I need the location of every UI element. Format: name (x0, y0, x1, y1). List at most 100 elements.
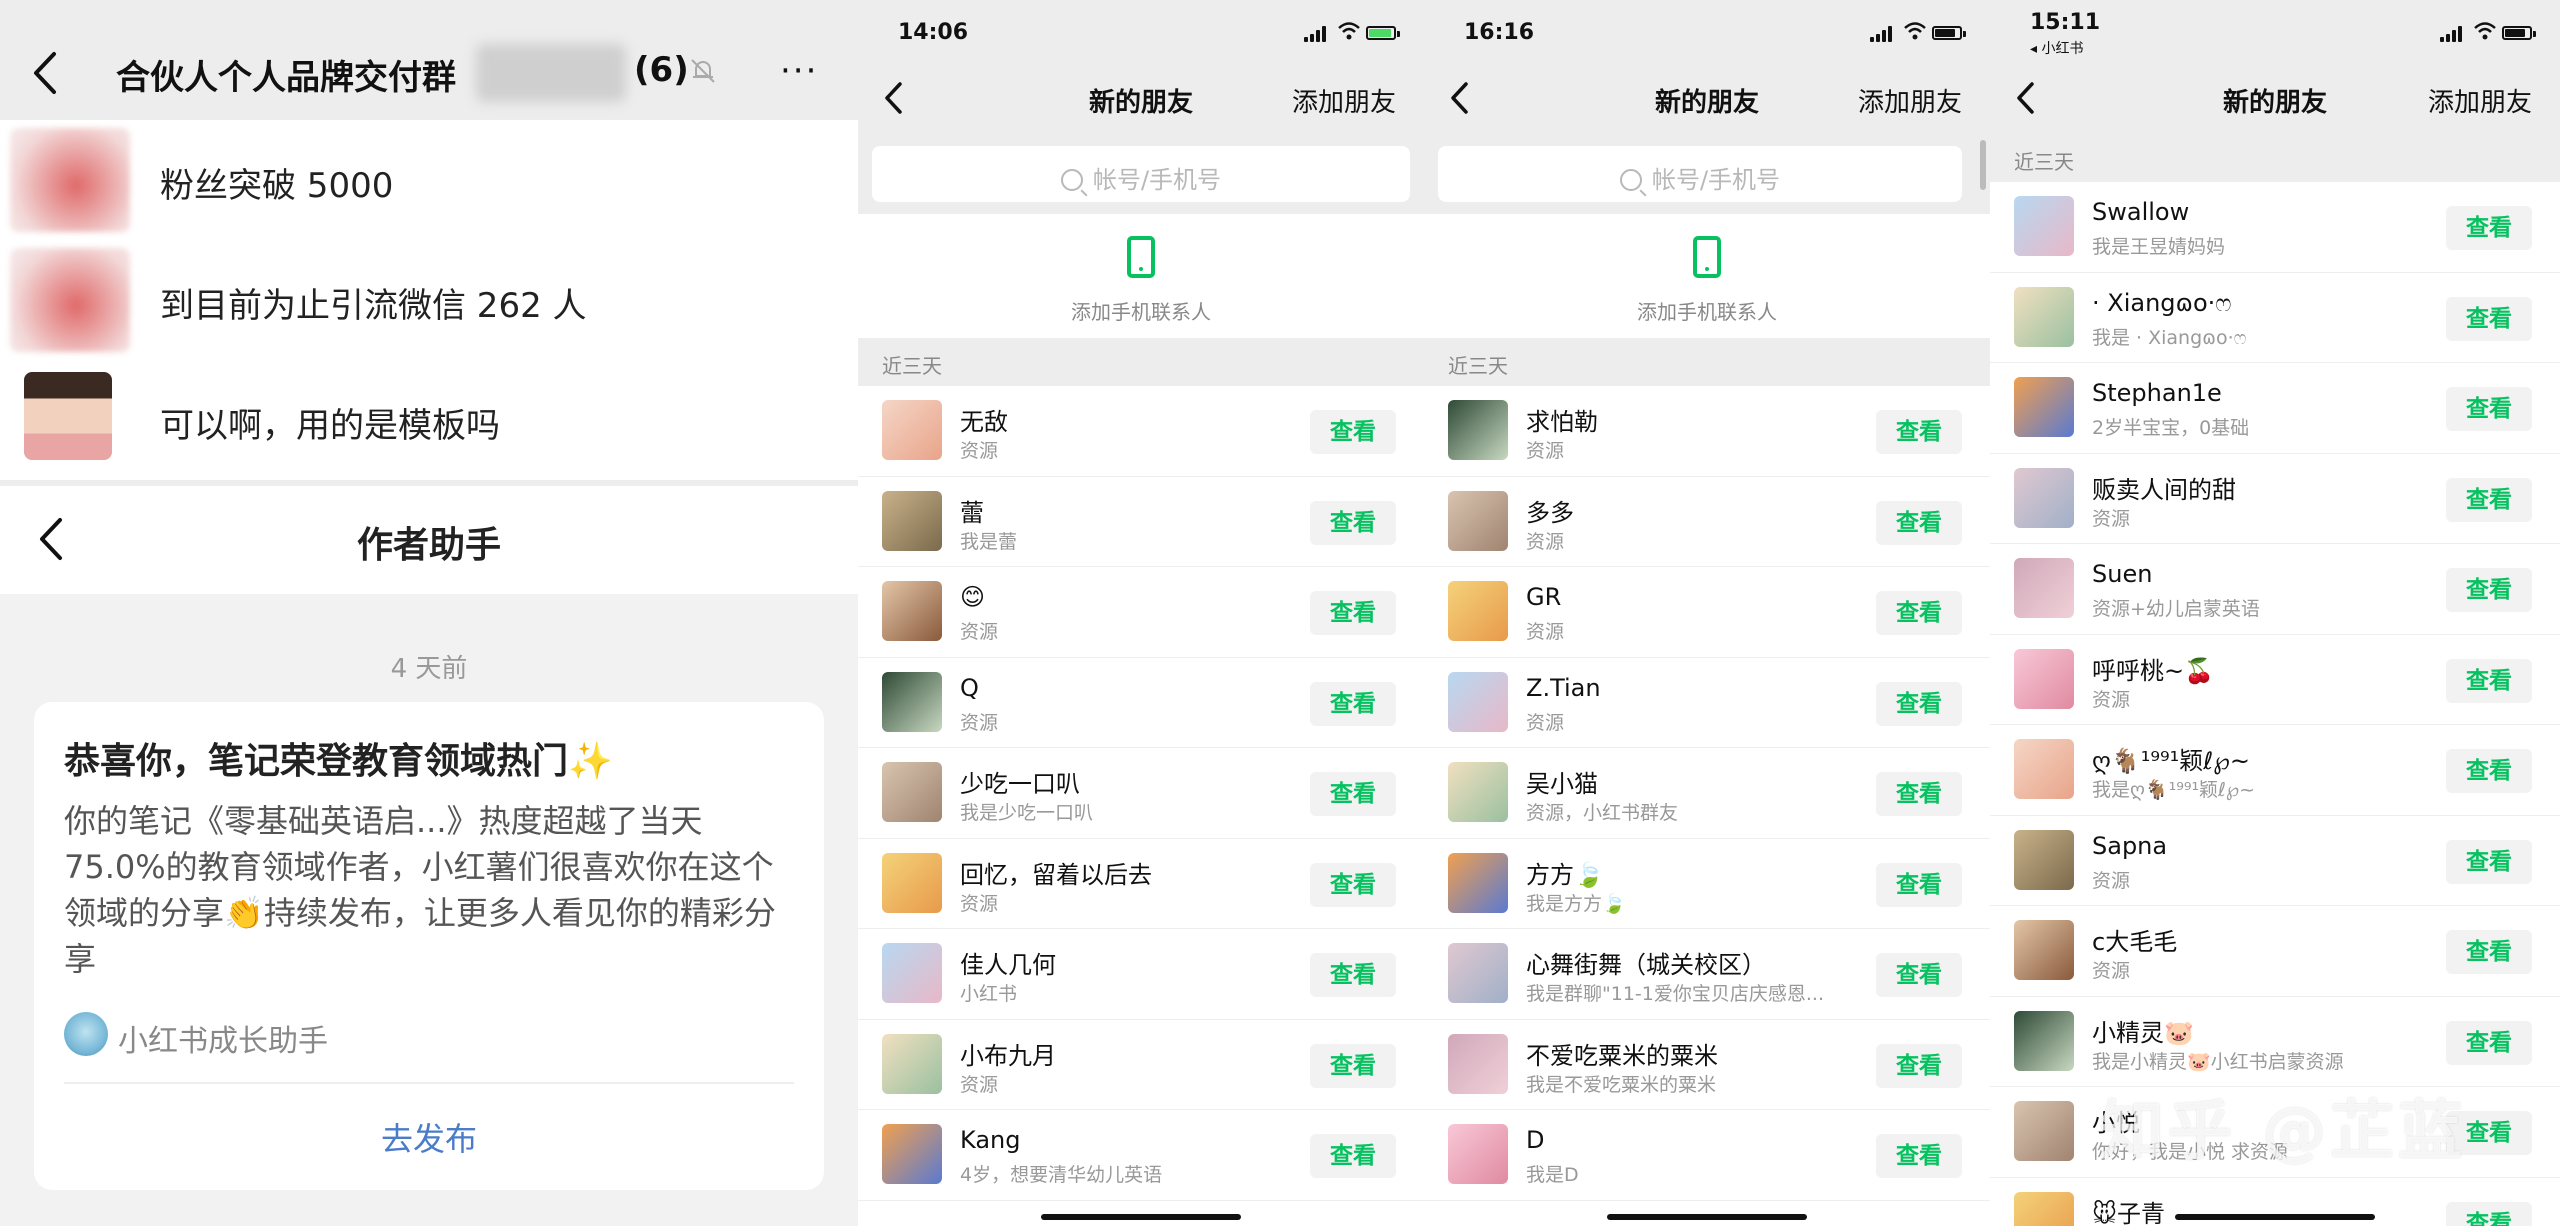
add-friend-button[interactable]: 添加朋友 (1858, 82, 1962, 119)
avatar[interactable] (10, 248, 130, 352)
avatar[interactable] (882, 400, 942, 460)
view-button[interactable]: 查看 (2446, 477, 2532, 522)
avatar[interactable] (2014, 648, 2074, 709)
view-button[interactable]: 查看 (2446, 206, 2532, 250)
friend-row[interactable]: Z.Tian 资源 查看 (1424, 657, 1990, 748)
view-button[interactable]: 查看 (2446, 1020, 2532, 1065)
friend-row[interactable]: 小布九月 资源 查看 (858, 1019, 1424, 1110)
avatar[interactable] (2014, 829, 2074, 890)
add-phone-contacts[interactable]: 添加手机联系人 (1424, 214, 1990, 336)
add-friend-button[interactable]: 添加朋友 (1292, 82, 1396, 119)
scrollbar[interactable] (1980, 140, 1986, 190)
avatar[interactable] (1448, 762, 1508, 822)
view-button[interactable]: 查看 (2446, 387, 2532, 431)
avatar[interactable] (1448, 490, 1508, 551)
friend-row[interactable]: 方方🍃 我是方方🍃 查看 (1424, 838, 1990, 929)
friend-row[interactable]: Kang 4岁，想要清华幼儿英语 查看 (858, 1110, 1424, 1201)
view-button[interactable]: 查看 (1876, 500, 1962, 545)
view-button[interactable]: 查看 (1310, 500, 1396, 545)
view-button[interactable]: 查看 (2446, 658, 2532, 703)
add-friend-button[interactable]: 添加朋友 (2428, 82, 2532, 119)
view-button[interactable]: 查看 (2446, 839, 2532, 884)
friend-row[interactable]: 蕾我是蕾 查看 (858, 476, 1424, 567)
search-input[interactable]: 帐号/手机号 (1438, 146, 1962, 202)
avatar[interactable] (882, 762, 942, 822)
friend-row[interactable]: 回忆，留着以后去 资源 查看 (858, 838, 1424, 929)
avatar[interactable] (1448, 671, 1508, 732)
back-to-app[interactable]: ◂ 小红书 (2030, 38, 2083, 58)
avatar[interactable] (2014, 377, 2074, 437)
view-button[interactable]: 查看 (1310, 410, 1396, 454)
view-button[interactable]: 查看 (1310, 591, 1396, 635)
view-button[interactable]: 查看 (2446, 568, 2532, 612)
view-button[interactable]: 查看 (2446, 930, 2532, 974)
friend-row[interactable]: GR 资源 查看 (1424, 567, 1990, 658)
friend-row[interactable]: 小精灵🐷 我是小精灵🐷小红书启蒙资源 查看 (1990, 996, 2560, 1087)
friend-row[interactable]: 佳人几何 小红书 查看 (858, 929, 1424, 1020)
friend-row[interactable]: D 我是D 查看 (1424, 1110, 1990, 1201)
view-button[interactable]: 查看 (2446, 296, 2532, 341)
friend-row[interactable]: Stephan1e 2岁半宝宝，0基础 查看 (1990, 363, 2560, 454)
avatar[interactable] (2014, 1010, 2074, 1071)
friend-row[interactable]: · Xiangɷo·ෆ 我是 · Xiangɷo·ෆ 查看 (1990, 272, 2560, 363)
view-button[interactable]: 查看 (1876, 953, 1962, 997)
view-button[interactable]: 查看 (1876, 591, 1962, 635)
avatar[interactable] (2014, 196, 2074, 256)
avatar[interactable] (2014, 467, 2074, 528)
avatar[interactable] (882, 1124, 942, 1184)
friend-row[interactable]: 心舞街舞（城关校区） 我是群聊"11-1爱你宝贝店庆感恩... 查看 (1424, 929, 1990, 1020)
avatar[interactable] (1448, 400, 1508, 460)
avatar[interactable] (2014, 920, 2074, 980)
friend-row[interactable]: Swallow 我是王昱婧妈妈 查看 (1990, 182, 2560, 273)
avatar[interactable] (2014, 1101, 2074, 1161)
view-button[interactable]: 查看 (1876, 1134, 1962, 1178)
avatar[interactable] (1448, 852, 1508, 913)
avatar[interactable] (882, 671, 942, 732)
avatar[interactable] (1448, 1124, 1508, 1184)
view-button[interactable]: 查看 (2446, 1201, 2532, 1226)
avatar[interactable] (1448, 581, 1508, 641)
friend-row[interactable]: 不爱吃粟米的粟米 我是不爱吃粟米的粟米 查看 (1424, 1019, 1990, 1110)
view-button[interactable]: 查看 (1876, 410, 1962, 454)
friend-row[interactable]: 少吃一口叭 我是少吃一口叭 查看 (858, 748, 1424, 839)
avatar[interactable] (24, 372, 112, 460)
view-button[interactable]: 查看 (1876, 862, 1962, 907)
friend-row[interactable]: 呼呼桃~🍒 资源 查看 (1990, 634, 2560, 725)
search-input[interactable]: 帐号/手机号 (872, 146, 1410, 202)
friend-row[interactable]: 贩卖人间的甜 资源 查看 (1990, 453, 2560, 544)
add-phone-contacts[interactable]: 添加手机联系人 (858, 214, 1424, 336)
avatar[interactable] (10, 128, 130, 232)
view-button[interactable]: 查看 (1876, 772, 1962, 816)
friend-row[interactable]: 求怕勒 资源 查看 (1424, 386, 1990, 477)
view-button[interactable]: 查看 (2446, 749, 2532, 793)
view-button[interactable]: 查看 (1310, 1043, 1396, 1088)
view-button[interactable]: 查看 (1310, 681, 1396, 726)
friend-row[interactable]: c大毛毛 资源 查看 (1990, 906, 2560, 997)
back-icon[interactable] (30, 48, 60, 98)
friend-row[interactable]: 吴小猫 资源，小红书群友 查看 (1424, 748, 1990, 839)
friend-row[interactable]: Q 资源 查看 (858, 657, 1424, 748)
avatar[interactable] (2014, 286, 2074, 347)
avatar[interactable] (882, 1033, 942, 1094)
view-button[interactable]: 查看 (1310, 953, 1396, 997)
view-button[interactable]: 查看 (1876, 1043, 1962, 1088)
avatar[interactable] (2014, 1191, 2074, 1226)
friend-row[interactable]: 无敌 资源 查看 (858, 386, 1424, 477)
view-button[interactable]: 查看 (1310, 772, 1396, 816)
avatar[interactable] (882, 581, 942, 641)
view-button[interactable]: 查看 (1310, 1134, 1396, 1178)
avatar[interactable] (1448, 1033, 1508, 1094)
avatar[interactable] (2014, 739, 2074, 799)
avatar[interactable] (882, 490, 942, 551)
friend-row[interactable]: Sapna 资源 查看 (1990, 815, 2560, 906)
more-icon[interactable]: ··· (780, 54, 818, 88)
publish-button[interactable]: 去发布 (34, 1114, 824, 1160)
view-button[interactable]: 查看 (1876, 681, 1962, 726)
friend-row[interactable]: 😊 资源 查看 (858, 567, 1424, 658)
avatar[interactable] (882, 852, 942, 913)
view-button[interactable]: 查看 (1310, 862, 1396, 907)
avatar[interactable] (882, 943, 942, 1003)
avatar[interactable] (2014, 558, 2074, 618)
avatar[interactable] (1448, 943, 1508, 1003)
friend-row[interactable]: ღ🐐¹⁹⁹¹颖ℓ℘~ 我是ღ🐐¹⁹⁹¹颖ℓ℘~ 查看 (1990, 725, 2560, 816)
